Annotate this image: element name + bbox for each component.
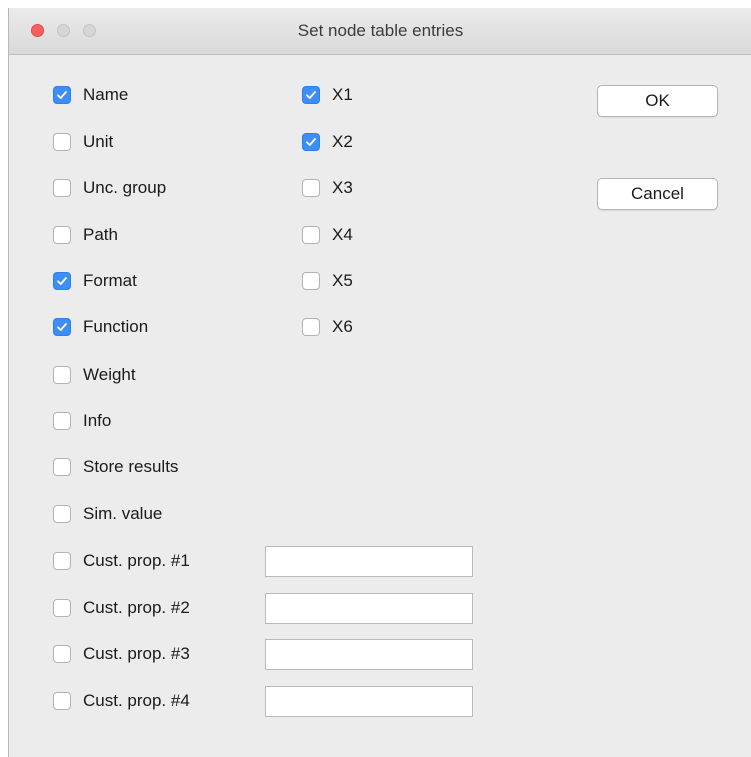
cust-prop-2-input[interactable]: [265, 593, 473, 624]
checkbox-x6[interactable]: X6: [302, 315, 353, 339]
checkbox-label: Cust. prop. #4: [83, 691, 190, 710]
checkbox-unit[interactable]: Unit: [53, 130, 113, 154]
checkbox-box[interactable]: [302, 272, 320, 290]
checkbox-box[interactable]: [53, 412, 71, 430]
checkbox-box[interactable]: [302, 86, 320, 104]
checkbox-box[interactable]: [53, 318, 71, 336]
checkbox-box[interactable]: [53, 552, 71, 570]
checkbox-label: Format: [83, 271, 137, 290]
checkbox-x5[interactable]: X5: [302, 269, 353, 293]
checkbox-box[interactable]: [302, 133, 320, 151]
checkmark-icon: [57, 277, 67, 285]
checkbox-name[interactable]: Name: [53, 83, 128, 107]
checkbox-label: X5: [332, 271, 353, 290]
checkbox-box[interactable]: [53, 458, 71, 476]
checkbox-box[interactable]: [53, 645, 71, 663]
checkmark-icon: [57, 323, 67, 331]
checkbox-label: Weight: [83, 365, 136, 384]
cust-prop-1-input[interactable]: [265, 546, 473, 577]
checkbox-store-results[interactable]: Store results: [53, 455, 178, 479]
cancel-button[interactable]: Cancel: [597, 178, 718, 210]
checkbox-info[interactable]: Info: [53, 409, 111, 433]
checkbox-label: Unc. group: [83, 178, 167, 197]
checkbox-cust-prop-4[interactable]: Cust. prop. #4: [53, 689, 190, 713]
checkbox-x4[interactable]: X4: [302, 223, 353, 247]
checkbox-label: Cust. prop. #1: [83, 551, 190, 570]
checkmark-icon: [57, 91, 67, 99]
checkbox-cust-prop-1[interactable]: Cust. prop. #1: [53, 549, 190, 573]
checkbox-label: X1: [332, 85, 353, 104]
checkbox-box[interactable]: [53, 133, 71, 151]
checkbox-label: Sim. value: [83, 504, 163, 523]
checkbox-label: Name: [83, 85, 129, 104]
checkbox-x3[interactable]: X3: [302, 176, 353, 200]
checkbox-box[interactable]: [302, 226, 320, 244]
checkbox-box[interactable]: [53, 226, 71, 244]
cust-prop-3-input[interactable]: [265, 639, 473, 670]
checkbox-label: Cust. prop. #2: [83, 598, 190, 617]
checkbox-box[interactable]: [53, 505, 71, 523]
checkmark-icon: [306, 91, 316, 99]
dialog-window: Set node table entries Name Unit Unc. gr…: [8, 8, 751, 757]
checkbox-box[interactable]: [302, 179, 320, 197]
checkbox-function[interactable]: Function: [53, 315, 148, 339]
checkbox-format[interactable]: Format: [53, 269, 137, 293]
checkbox-x2[interactable]: X2: [302, 130, 353, 154]
cust-prop-4-input[interactable]: [265, 686, 473, 717]
checkbox-label: Cust. prop. #3: [83, 644, 190, 663]
checkbox-box[interactable]: [302, 318, 320, 336]
checkbox-weight[interactable]: Weight: [53, 363, 136, 387]
checkbox-label: X4: [332, 225, 353, 244]
checkbox-box[interactable]: [53, 692, 71, 710]
checkbox-box[interactable]: [53, 599, 71, 617]
checkbox-sim-value[interactable]: Sim. value: [53, 502, 162, 526]
checkbox-label: Unit: [83, 132, 114, 151]
checkbox-path[interactable]: Path: [53, 223, 118, 247]
checkbox-label: Store results: [83, 457, 179, 476]
checkbox-box[interactable]: [53, 366, 71, 384]
checkbox-label: Function: [83, 317, 149, 336]
ok-button[interactable]: OK: [597, 85, 718, 117]
checkbox-label: X3: [332, 178, 353, 197]
checkbox-label: Path: [83, 225, 118, 244]
checkbox-box[interactable]: [53, 272, 71, 290]
checkbox-unc-group[interactable]: Unc. group: [53, 176, 166, 200]
checkbox-cust-prop-2[interactable]: Cust. prop. #2: [53, 596, 190, 620]
checkbox-label: Info: [83, 411, 112, 430]
checkbox-x1[interactable]: X1: [302, 83, 353, 107]
checkbox-label: X6: [332, 317, 353, 336]
checkbox-box[interactable]: [53, 179, 71, 197]
window-title: Set node table entries: [297, 21, 464, 40]
checkbox-label: X2: [332, 132, 353, 151]
checkbox-box[interactable]: [53, 86, 71, 104]
checkmark-icon: [306, 138, 316, 146]
title-bar[interactable]: Set node table entries: [9, 8, 751, 55]
checkbox-cust-prop-3[interactable]: Cust. prop. #3: [53, 642, 190, 666]
